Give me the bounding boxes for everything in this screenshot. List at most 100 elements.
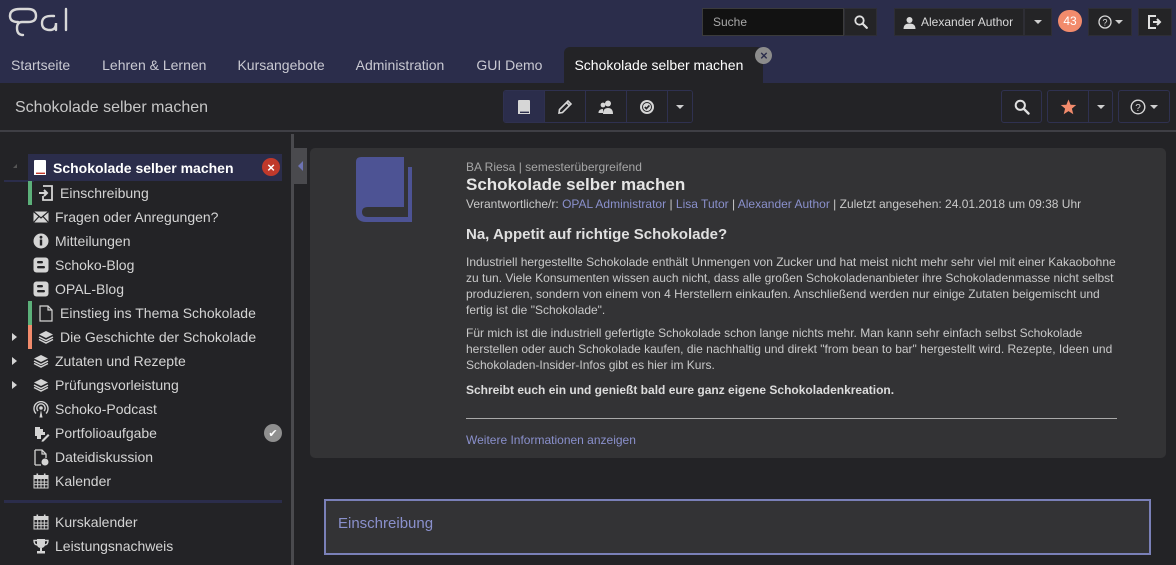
nav-item-geschichte[interactable]: Die Geschichte der Schokolade <box>0 325 290 349</box>
tab-label: Schokolade selber machen <box>574 57 744 73</box>
trophy-icon <box>32 537 50 555</box>
nav-item-opal-blog[interactable]: OPAL-Blog <box>0 277 290 301</box>
opal-logo[interactable] <box>6 4 78 40</box>
close-tab-icon[interactable]: × <box>755 47 773 64</box>
favorite-button[interactable] <box>1048 91 1090 122</box>
user-menu-dropdown[interactable] <box>1024 8 1052 36</box>
nav-item-kalender[interactable]: Kalender <box>0 469 290 493</box>
expand-icon[interactable] <box>12 357 17 365</box>
tab-lehren-lernen[interactable]: Lehren & Lernen <box>102 47 235 83</box>
logout-icon <box>1148 15 1162 29</box>
nav-item-portfolioaufgabe[interactable]: Portfolioaufgabe ✔ <box>0 421 290 445</box>
separator: | <box>731 197 736 211</box>
status-bar <box>28 181 32 205</box>
collapse-sidebar-handle[interactable] <box>294 148 307 184</box>
course-help-group: ? <box>1118 90 1170 123</box>
course-description-heading: Na, Appetit auf richtige Schokolade? <box>466 226 728 243</box>
members-button[interactable] <box>586 91 627 122</box>
help-menu-button[interactable]: ? <box>1088 8 1132 36</box>
users-icon <box>597 99 615 115</box>
user-name: Alexander Author <box>921 15 1014 29</box>
responsible-link[interactable]: OPAL Administrator <box>562 197 666 211</box>
last-viewed: Zuletzt angesehen: 24.01.2018 um 09:38 U… <box>839 197 1082 211</box>
edit-course-button[interactable] <box>545 91 586 122</box>
course-view-switcher <box>503 90 693 123</box>
enrollment-title: Einschreibung <box>338 515 434 532</box>
assessment-button[interactable] <box>627 91 668 122</box>
blog-icon <box>32 280 50 298</box>
course-help-button[interactable]: ? <box>1119 91 1169 122</box>
tab-kursangebote[interactable]: Kursangebote <box>237 47 353 83</box>
nav-item-einschreibung[interactable]: Einschreibung <box>0 181 290 205</box>
chevron-down-icon <box>1096 104 1105 109</box>
logout-button[interactable] <box>1138 8 1172 36</box>
tab-startseite[interactable]: Startseite <box>0 47 100 83</box>
search-icon <box>1014 99 1030 115</box>
calendar-icon <box>32 513 50 531</box>
tab-administration[interactable]: Administration <box>356 47 475 83</box>
nav-item-label: Fragen oder Anregungen? <box>55 209 219 225</box>
course-meta: BA Riesa | semesterübergreifend <box>466 160 642 174</box>
course-toolbar: Schokolade selber machen ? <box>0 83 1176 132</box>
chevron-down-icon <box>1150 104 1158 109</box>
responsible-line: Verantwortliche/r: OPAL Administrator | … <box>466 197 1081 211</box>
close-icon[interactable]: × <box>262 158 280 176</box>
more-info-link[interactable]: Weitere Informationen anzeigen <box>466 433 636 447</box>
nav-item-dateidiskussion[interactable]: Dateidiskussion <box>0 445 290 469</box>
completed-check-icon: ✔ <box>264 424 282 442</box>
course-search-group <box>1001 90 1042 123</box>
layers-icon <box>32 376 50 394</box>
more-tools-dropdown[interactable] <box>668 91 692 122</box>
search-button[interactable] <box>844 8 877 36</box>
description-paragraph: Industriell hergestellte Schokolade enth… <box>466 255 1116 317</box>
tab-gui-demo[interactable]: GUI Demo <box>476 47 562 83</box>
notification-badge[interactable]: 43 <box>1058 10 1082 32</box>
nav-item-mitteilungen[interactable]: Mitteilungen <box>0 229 290 253</box>
responsible-link[interactable]: Lisa Tutor <box>676 197 729 211</box>
tree-root-toggle[interactable] <box>13 164 17 168</box>
course-search-button[interactable] <box>1002 91 1041 122</box>
portfolio-icon <box>32 424 50 442</box>
book-icon <box>517 99 531 115</box>
nav-item-kurskalender[interactable]: Kurskalender <box>0 510 290 534</box>
info-icon <box>32 232 50 250</box>
nav-item-label: OPAL-Blog <box>55 281 124 297</box>
separator: | <box>669 197 673 211</box>
sidebar-scrollbar[interactable] <box>291 134 294 565</box>
expand-icon[interactable] <box>12 333 17 341</box>
chevron-down-icon <box>676 104 684 109</box>
nav-item-fragen[interactable]: Fragen oder Anregungen? <box>0 205 290 229</box>
nav-item-label: Die Geschichte der Schokolade <box>60 329 257 345</box>
blog-icon <box>32 256 50 274</box>
responsible-label: Verantwortliche/r: <box>466 197 559 211</box>
user-menu-button[interactable]: Alexander Author <box>894 8 1024 36</box>
divider <box>466 418 1117 419</box>
responsible-link[interactable]: Alexander Author <box>738 197 830 211</box>
nav-root-label: Schokolade selber machen <box>53 159 234 176</box>
chevron-left-icon <box>298 161 303 171</box>
nav-item-einstieg[interactable]: Einstieg ins Thema Schokolade <box>0 301 290 325</box>
nav-item-label: Schoko-Podcast <box>55 401 157 417</box>
nav-item-label: Leistungsnachweis <box>55 538 174 554</box>
tab-label: Administration <box>355 57 445 73</box>
nav-item-label: Mitteilungen <box>55 233 131 249</box>
nav-item-leistungsnachweis[interactable]: Leistungsnachweis <box>0 534 290 558</box>
tab-course-active[interactable]: Schokolade selber machen × <box>564 47 773 83</box>
nav-item-podcast[interactable]: Schoko-Podcast <box>0 397 290 421</box>
description-callout: Schreibt euch ein und genießt bald eure … <box>466 383 895 397</box>
tab-label: GUI Demo <box>476 57 543 73</box>
nav-root-course[interactable]: Schokolade selber machen × <box>28 154 282 181</box>
favorite-dropdown[interactable] <box>1089 91 1112 122</box>
nav-item-label: Einstieg ins Thema Schokolade <box>60 305 256 321</box>
badge-check-icon <box>639 99 655 115</box>
expand-icon[interactable] <box>12 381 17 389</box>
nav-item-pruefungsvorleistung[interactable]: Prüfungsvorleistung <box>0 373 290 397</box>
status-bar <box>28 325 32 349</box>
enroll-icon <box>37 184 55 202</box>
nav-item-label: Portfolioaufgabe <box>55 425 157 441</box>
chevron-down-icon <box>1114 20 1123 24</box>
search-input[interactable] <box>702 8 844 36</box>
nav-item-schoko-blog[interactable]: Schoko-Blog <box>0 253 290 277</box>
nav-item-zutaten[interactable]: Zutaten und Rezepte <box>0 349 290 373</box>
view-course-button[interactable] <box>504 91 545 122</box>
